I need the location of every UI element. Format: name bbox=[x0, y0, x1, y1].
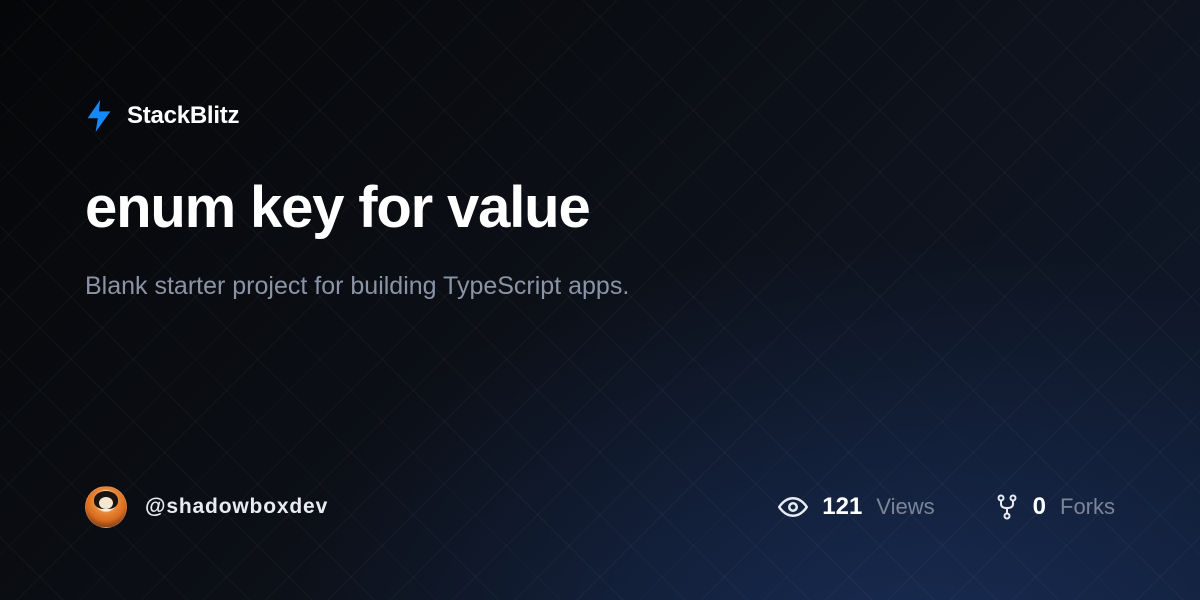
avatar bbox=[85, 486, 127, 528]
forks-count: 0 bbox=[1033, 493, 1046, 521]
brand-row: StackBlitz bbox=[85, 100, 1115, 132]
forks-stat: 0 Forks bbox=[995, 493, 1115, 521]
brand-name: StackBlitz bbox=[127, 102, 239, 130]
views-label: Views bbox=[876, 494, 934, 520]
bolt-icon bbox=[85, 100, 113, 132]
project-description: Blank starter project for building TypeS… bbox=[85, 269, 1115, 304]
views-count: 121 bbox=[822, 493, 862, 521]
fork-icon bbox=[995, 494, 1019, 520]
eye-icon bbox=[778, 492, 808, 522]
card-content: StackBlitz enum key for value Blank star… bbox=[0, 0, 1200, 600]
stats-block: 121 Views 0 Forks bbox=[778, 492, 1115, 522]
project-title: enum key for value bbox=[85, 174, 1115, 241]
forks-label: Forks bbox=[1060, 494, 1115, 520]
footer-row: @shadowboxdev 121 Views bbox=[85, 486, 1115, 600]
views-stat: 121 Views bbox=[778, 492, 934, 522]
author-block[interactable]: @shadowboxdev bbox=[85, 486, 328, 528]
author-handle: @shadowboxdev bbox=[145, 495, 328, 519]
